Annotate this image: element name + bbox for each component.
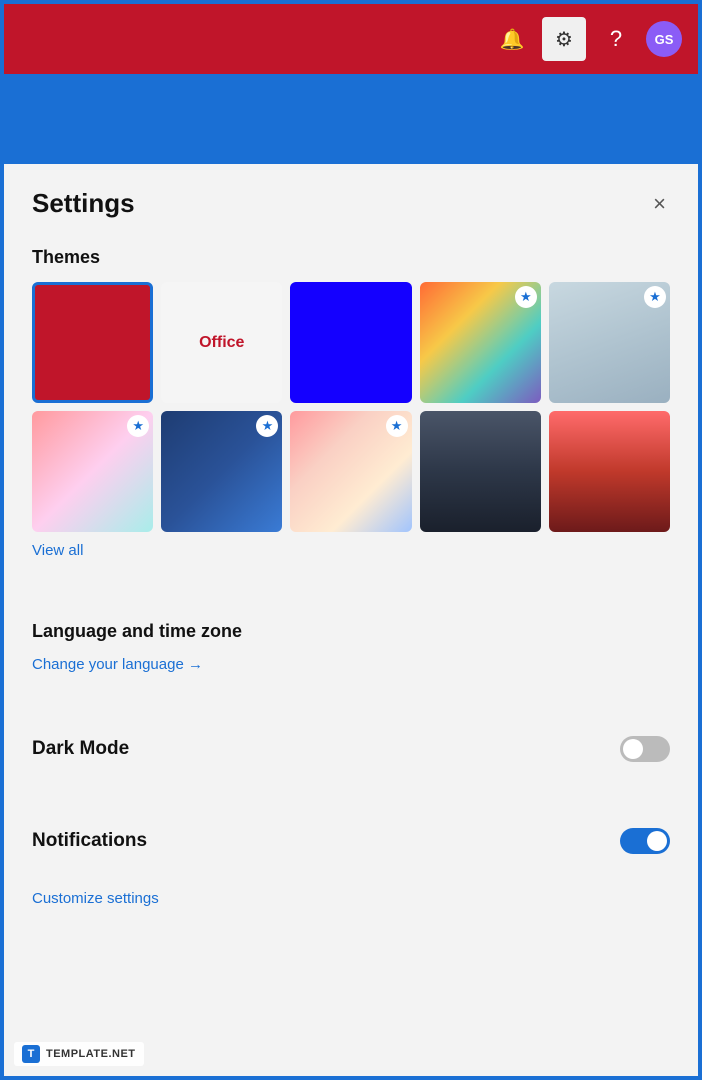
gear-icon: ⚙ [555, 27, 573, 52]
language-section-title: Language and time zone [32, 621, 670, 642]
theme-blue[interactable] [290, 282, 411, 403]
dark-mode-label: Dark Mode [32, 738, 129, 760]
avatar[interactable]: GS [646, 21, 682, 57]
dark-mode-toggle[interactable] [620, 736, 670, 762]
help-button[interactable]: ? [594, 17, 638, 61]
star-icon-rainbow: ★ [520, 289, 532, 305]
watermark-text: TEMPLATE.NET [46, 1048, 136, 1060]
theme-colorful[interactable]: ★ [290, 411, 411, 532]
notifications-knob [647, 831, 667, 851]
star-icon-anime: ★ [132, 418, 144, 434]
close-button[interactable]: × [649, 189, 670, 219]
settings-panel: Settings × Themes Office ★ ★ ★ [4, 164, 698, 1076]
star-badge-sports: ★ [256, 415, 278, 437]
star-badge-colorful: ★ [386, 415, 408, 437]
theme-sports[interactable]: ★ [161, 411, 282, 532]
notifications-label: Notifications [32, 830, 147, 852]
arrow-svg [331, 74, 411, 164]
theme-office-label: Office [199, 334, 244, 352]
star-icon-colorful: ★ [391, 418, 403, 434]
theme-office[interactable]: Office [161, 282, 282, 403]
change-language-link[interactable]: Change your language → [32, 656, 203, 673]
themes-section-title: Themes [32, 247, 670, 268]
theme-mountains[interactable] [420, 411, 541, 532]
watermark-icon: T [22, 1045, 40, 1063]
notifications-section: Notifications Customize settings [32, 828, 670, 908]
star-badge-anime: ★ [127, 415, 149, 437]
help-icon: ? [610, 26, 622, 52]
customize-settings-link[interactable]: Customize settings [32, 890, 159, 907]
notifications-row: Notifications [32, 828, 670, 854]
arrow-annotation [4, 74, 698, 164]
theme-rainbow[interactable]: ★ [420, 282, 541, 403]
settings-header: Settings × [32, 188, 670, 219]
bell-icon: 🔔 [500, 27, 525, 52]
dark-mode-row: Dark Mode [32, 736, 670, 762]
star-badge-rainbow: ★ [515, 286, 537, 308]
avatar-label: GS [655, 32, 674, 47]
theme-fabric[interactable]: ★ [549, 282, 670, 403]
star-icon-sports: ★ [262, 418, 274, 434]
dark-mode-knob [623, 739, 643, 759]
notifications-toggle[interactable] [620, 828, 670, 854]
watermark-icon-label: T [28, 1048, 35, 1060]
star-icon-fabric: ★ [649, 289, 661, 305]
settings-title: Settings [32, 188, 135, 219]
settings-button[interactable]: ⚙ [542, 17, 586, 61]
themes-grid: Office ★ ★ ★ ★ [32, 282, 670, 532]
theme-anime[interactable]: ★ [32, 411, 153, 532]
watermark: T TEMPLATE.NET [14, 1042, 144, 1066]
notification-button[interactable]: 🔔 [490, 17, 534, 61]
star-badge-fabric: ★ [644, 286, 666, 308]
view-all-link[interactable]: View all [32, 542, 83, 559]
theme-sunset[interactable] [549, 411, 670, 532]
theme-red[interactable] [32, 282, 153, 403]
header-bar: 🔔 ⚙ ? GS [4, 4, 698, 74]
language-section: Language and time zone Change your langu… [32, 621, 670, 674]
